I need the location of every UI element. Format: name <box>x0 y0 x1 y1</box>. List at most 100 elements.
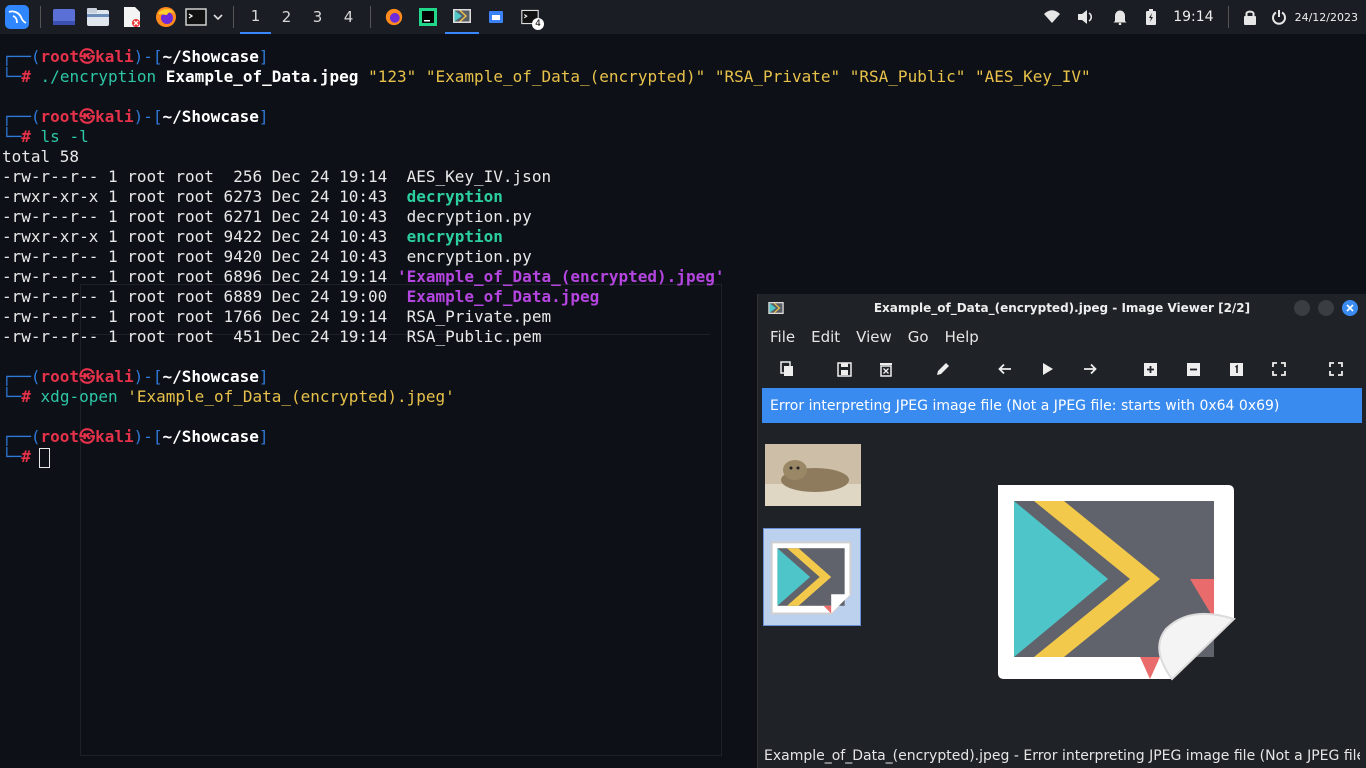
menu-file[interactable]: File <box>770 328 795 346</box>
text-editor-button[interactable] <box>115 0 149 34</box>
status-bar: Example_of_Data_(encrypted).jpeg - Error… <box>764 748 1360 764</box>
copy-icon <box>780 361 793 376</box>
thumbnail-seal-photo[interactable] <box>765 444 861 506</box>
menu-help[interactable]: Help <box>945 328 979 346</box>
clock[interactable]: 19:14 <box>1165 9 1221 25</box>
close-button[interactable] <box>1342 300 1358 316</box>
error-message-bar: Error interpreting JPEG image file (Not … <box>762 388 1362 423</box>
image-viewer-window[interactable]: Example_of_Data_(encrypted).jpeg - Image… <box>757 294 1366 768</box>
edit-button[interactable] <box>934 360 952 378</box>
fit-window-button[interactable] <box>1270 360 1288 378</box>
thumbnail-broken-image[interactable] <box>763 528 861 626</box>
menu-view[interactable]: View <box>856 328 892 346</box>
maximize-button[interactable] <box>1318 300 1334 316</box>
power-icon <box>1271 10 1286 25</box>
arrow-left-icon <box>998 363 1011 375</box>
wifi-button[interactable] <box>1035 0 1069 34</box>
window-titlebar[interactable]: Example_of_Data_(encrypted).jpeg - Image… <box>758 294 1366 322</box>
prompt-line: ┌──(root㉿kali)-[~/Showcase] <box>2 427 269 446</box>
command-line: └─# xdg-open 'Example_of_Data_(encrypted… <box>2 387 455 406</box>
ls-total: total 58 <box>2 147 80 166</box>
text-editor-icon <box>124 7 140 27</box>
image-viewer-icon <box>453 9 471 23</box>
pycharm-icon <box>419 8 437 26</box>
volume-icon <box>1078 10 1093 24</box>
zoom-original-icon <box>1229 362 1243 376</box>
ls-row: -rw-r--r-- 1 root root 256 Dec 24 19:14 … <box>2 167 552 186</box>
ls-row: -rw-r--r-- 1 root root 1766 Dec 24 19:14… <box>2 307 552 326</box>
terminal-cursor <box>38 447 50 468</box>
show-desktop-icon <box>53 9 75 25</box>
menu-bar: File Edit View Go Help <box>758 322 1366 352</box>
task-image-viewer[interactable] <box>445 0 479 34</box>
lock-icon <box>1243 10 1256 25</box>
top-panel: 1 2 3 4 4 19:14 24/12/2023 <box>0 0 1366 34</box>
window-icon <box>489 11 503 23</box>
ls-row: -rw-r--r-- 1 root root 451 Dec 24 19:14 … <box>2 327 542 346</box>
battery-icon <box>1146 9 1157 25</box>
fit-icon <box>1272 362 1286 376</box>
battery-button[interactable] <box>1137 0 1165 34</box>
workspace-4[interactable]: 4 <box>333 0 364 34</box>
date[interactable]: 24/12/2023 <box>1293 11 1366 24</box>
minimize-button[interactable] <box>1294 300 1310 316</box>
fullscreen-icon <box>1329 362 1343 376</box>
ls-row: -rw-r--r-- 1 root root 9420 Dec 24 10:43… <box>2 247 532 266</box>
lock-screen-button[interactable] <box>1235 0 1265 34</box>
ls-row: -rwxr-xr-x 1 root root 6273 Dec 24 10:43… <box>2 187 503 206</box>
firefox-icon <box>385 8 403 26</box>
seal-photo <box>765 444 861 506</box>
zoom-out-icon <box>1186 362 1200 376</box>
show-desktop-button[interactable] <box>47 0 81 34</box>
copy-button[interactable] <box>778 360 796 378</box>
prompt-line: ┌──(root㉿kali)-[~/Showcase] <box>2 367 269 386</box>
zoom-in-button[interactable] <box>1141 360 1159 378</box>
volume-button[interactable] <box>1069 0 1103 34</box>
workspace-3[interactable]: 3 <box>302 0 333 34</box>
next-button[interactable] <box>1081 360 1099 378</box>
notifications-button[interactable] <box>1103 0 1137 34</box>
task-pycharm[interactable] <box>411 0 445 34</box>
previous-button[interactable] <box>996 360 1014 378</box>
command-line-active[interactable]: └─# <box>2 447 50 468</box>
logout-button[interactable] <box>1265 0 1293 34</box>
ls-row: -rw-r--r-- 1 root root 6896 Dec 24 19:14… <box>2 267 725 286</box>
terminal-count-badge: 4 <box>532 18 544 30</box>
arrow-right-icon <box>1084 363 1097 375</box>
save-button[interactable] <box>835 360 853 378</box>
firefox-icon <box>156 7 176 27</box>
menu-edit[interactable]: Edit <box>811 328 840 346</box>
prompt-line: ┌──(root㉿kali)-[~/Showcase] <box>2 47 269 66</box>
kali-menu-button[interactable] <box>0 0 34 34</box>
wifi-icon <box>1044 10 1061 23</box>
zoom-original-button[interactable] <box>1227 360 1245 378</box>
zoom-in-icon <box>1143 362 1157 376</box>
ls-row: -rw-r--r-- 1 root root 6271 Dec 24 10:43… <box>2 207 532 226</box>
workspace-1[interactable]: 1 <box>240 0 271 34</box>
zoom-out-button[interactable] <box>1184 360 1202 378</box>
delete-icon <box>880 363 892 377</box>
terminal-launcher[interactable] <box>183 0 209 34</box>
main-image-area[interactable] <box>866 429 1362 739</box>
task-terminal[interactable]: 4 <box>513 0 547 34</box>
delete-button[interactable] <box>877 360 895 378</box>
broken-image-thumbnail-icon <box>770 541 852 615</box>
workspace-2[interactable]: 2 <box>271 0 302 34</box>
ls-row: -rw-r--r-- 1 root root 6889 Dec 24 19:00… <box>2 287 600 306</box>
launcher-dropdown[interactable] <box>209 0 227 34</box>
file-manager-icon <box>87 8 109 26</box>
menu-go[interactable]: Go <box>908 328 929 346</box>
task-window[interactable] <box>479 0 513 34</box>
close-icon <box>1346 304 1354 312</box>
command-line: └─# ./encryption Example_of_Data.jpeg "1… <box>2 67 1091 86</box>
edit-icon <box>937 363 949 375</box>
fullscreen-button[interactable] <box>1327 360 1345 378</box>
broken-image-icon <box>998 485 1236 681</box>
kali-menu-icon <box>5 5 29 29</box>
terminal-icon <box>185 8 207 26</box>
firefox-launcher[interactable] <box>149 0 183 34</box>
file-manager-button[interactable] <box>81 0 115 34</box>
chevron-down-icon <box>213 14 223 21</box>
task-firefox[interactable] <box>377 0 411 34</box>
slideshow-button[interactable] <box>1039 360 1057 378</box>
